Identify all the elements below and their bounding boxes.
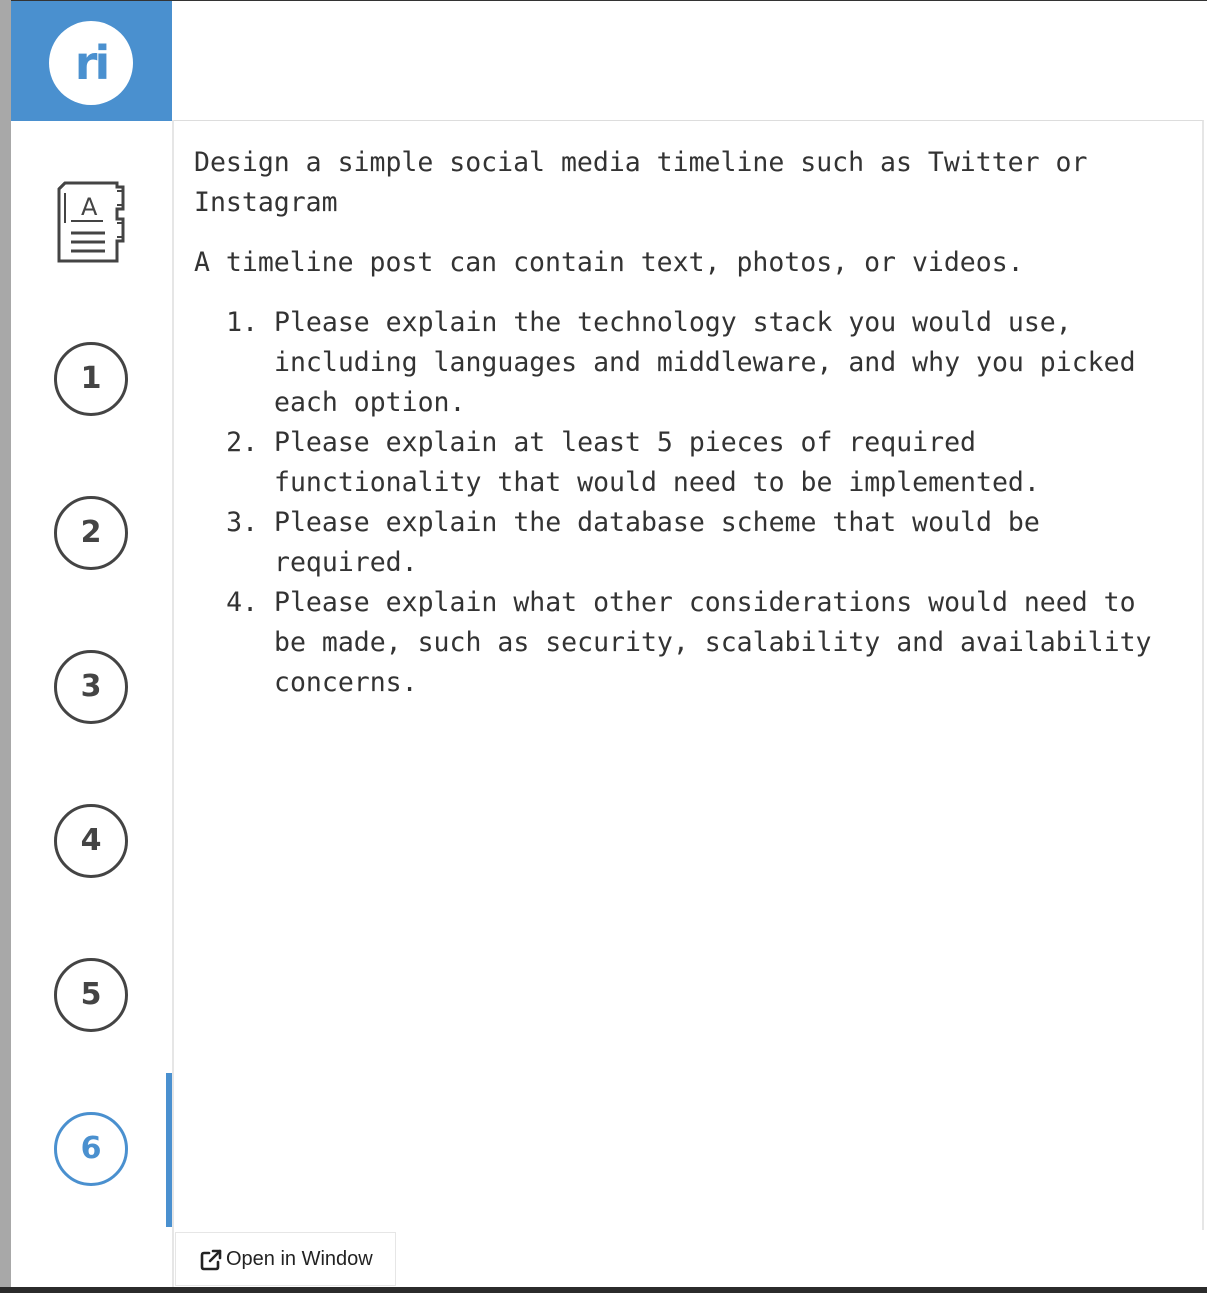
window-left-edge xyxy=(0,0,11,1293)
question-nav-3[interactable]: 3 xyxy=(54,650,128,724)
list-item: Please explain the technology stack you … xyxy=(274,303,1164,423)
logo-header: ri xyxy=(11,1,172,121)
document-instructions-icon[interactable]: A xyxy=(55,179,131,265)
list-item: Please explain at least 5 pieces of requ… xyxy=(274,423,1164,503)
question-nav-1[interactable]: 1 xyxy=(54,342,128,416)
question-nav-6[interactable]: 6 xyxy=(54,1112,128,1186)
question-list: Please explain the technology stack you … xyxy=(194,303,1164,703)
question-nav-5[interactable]: 5 xyxy=(54,958,128,1032)
question-text: Design a simple social media timeline su… xyxy=(194,143,1164,703)
question-content-panel: Design a simple social media timeline su… xyxy=(174,120,1204,1230)
window-bottom-edge xyxy=(0,1287,1207,1293)
question-nav-2[interactable]: 2 xyxy=(54,496,128,570)
open-in-window-button[interactable]: Open in Window xyxy=(175,1232,396,1286)
open-in-window-label: Open in Window xyxy=(226,1248,373,1270)
question-title: Design a simple social media timeline su… xyxy=(194,147,1088,218)
logo-text: ri xyxy=(74,36,110,90)
doc-icon-letter: A xyxy=(81,193,98,221)
window-top-edge xyxy=(0,0,1207,1)
list-item: Please explain what other considerations… xyxy=(274,583,1164,703)
sidebar: ri A 1 2 3 4 5 6 xyxy=(11,1,172,1287)
logo[interactable]: ri xyxy=(49,21,133,105)
list-item: Please explain the database scheme that … xyxy=(274,503,1164,583)
external-link-icon xyxy=(200,1249,222,1271)
question-intro: A timeline post can contain text, photos… xyxy=(194,247,1024,278)
question-nav-4[interactable]: 4 xyxy=(54,804,128,878)
